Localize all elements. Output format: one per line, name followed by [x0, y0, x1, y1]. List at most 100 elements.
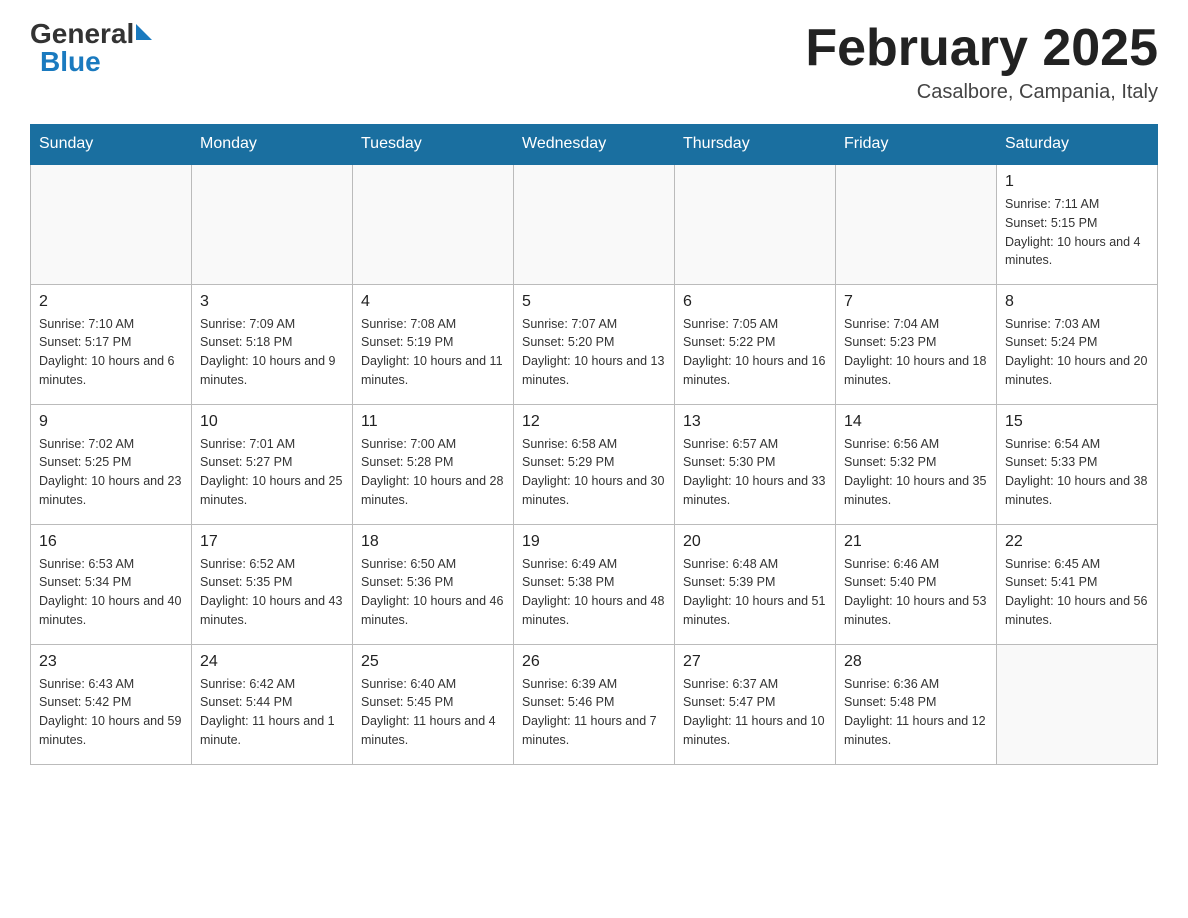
day-info: Sunrise: 7:03 AMSunset: 5:24 PMDaylight:… [1005, 315, 1149, 390]
calendar-cell [192, 164, 353, 284]
weekday-header: Sunday [31, 125, 192, 165]
day-number: 6 [683, 293, 827, 311]
day-number: 19 [522, 533, 666, 551]
day-number: 13 [683, 413, 827, 431]
day-number: 7 [844, 293, 988, 311]
day-info: Sunrise: 6:56 AMSunset: 5:32 PMDaylight:… [844, 435, 988, 510]
calendar-week-row: 2 Sunrise: 7:10 AMSunset: 5:17 PMDaylight… [31, 284, 1158, 404]
day-number: 4 [361, 293, 505, 311]
calendar-week-row: 16 Sunrise: 6:53 AMSunset: 5:34 PMDayligh… [31, 524, 1158, 644]
day-info: Sunrise: 7:09 AMSunset: 5:18 PMDaylight:… [200, 315, 344, 390]
calendar-cell: 3 Sunrise: 7:09 AMSunset: 5:18 PMDaylight… [192, 284, 353, 404]
day-number: 26 [522, 653, 666, 671]
calendar-cell: 6 Sunrise: 7:05 AMSunset: 5:22 PMDaylight… [675, 284, 836, 404]
day-number: 1 [1005, 173, 1149, 191]
calendar-cell: 21Sunrise: 6:46 AMSunset: 5:40 PMDayligh… [836, 524, 997, 644]
day-number: 2 [39, 293, 183, 311]
day-number: 23 [39, 653, 183, 671]
day-number: 25 [361, 653, 505, 671]
weekday-header: Wednesday [514, 125, 675, 165]
calendar-cell [514, 164, 675, 284]
day-number: 14 [844, 413, 988, 431]
day-number: 22 [1005, 533, 1149, 551]
logo-triangle-icon [136, 24, 152, 40]
day-info: Sunrise: 6:54 AMSunset: 5:33 PMDaylight:… [1005, 435, 1149, 510]
calendar-cell: 24 Sunrise: 6:42 AMSunset: 5:44 PMDayligh… [192, 644, 353, 764]
location-title: Casalbore, Campania, Italy [805, 81, 1158, 104]
calendar-cell: 1 Sunrise: 7:11 AMSunset: 5:15 PMDaylight… [997, 164, 1158, 284]
day-info: Sunrise: 6:57 AMSunset: 5:30 PMDaylight:… [683, 435, 827, 510]
day-info: Sunrise: 6:49 AMSunset: 5:38 PMDaylight:… [522, 555, 666, 630]
calendar-cell: 22Sunrise: 6:45 AMSunset: 5:41 PMDayligh… [997, 524, 1158, 644]
day-info: Sunrise: 7:00 AMSunset: 5:28 PMDaylight:… [361, 435, 505, 510]
day-info: Sunrise: 7:10 AMSunset: 5:17 PMDaylight:… [39, 315, 183, 390]
calendar-week-row: 9Sunrise: 7:02 AMSunset: 5:25 PMDaylight… [31, 404, 1158, 524]
calendar-cell [836, 164, 997, 284]
weekday-header: Monday [192, 125, 353, 165]
month-title: February 2025 [805, 20, 1158, 77]
day-number: 11 [361, 413, 505, 431]
day-number: 3 [200, 293, 344, 311]
day-info: Sunrise: 6:42 AMSunset: 5:44 PMDaylight:… [200, 675, 344, 750]
day-info: Sunrise: 6:52 AMSunset: 5:35 PMDaylight:… [200, 555, 344, 630]
day-info: Sunrise: 7:05 AMSunset: 5:22 PMDaylight:… [683, 315, 827, 390]
calendar-cell: 14 Sunrise: 6:56 AMSunset: 5:32 PMDayligh… [836, 404, 997, 524]
calendar-cell [31, 164, 192, 284]
day-info: Sunrise: 6:58 AMSunset: 5:29 PMDaylight:… [522, 435, 666, 510]
calendar-cell: 26Sunrise: 6:39 AMSunset: 5:46 PMDayligh… [514, 644, 675, 764]
logo-general-text: General [30, 20, 134, 48]
day-number: 20 [683, 533, 827, 551]
calendar-cell: 20 Sunrise: 6:48 AMSunset: 5:39 PMDayligh… [675, 524, 836, 644]
day-number: 28 [844, 653, 988, 671]
day-number: 24 [200, 653, 344, 671]
page-header: General Blue February 2025 Casalbore, Ca… [30, 20, 1158, 104]
calendar-cell: 9Sunrise: 7:02 AMSunset: 5:25 PMDaylight… [31, 404, 192, 524]
calendar-week-row: 23 Sunrise: 6:43 AMSunset: 5:42 PMDayligh… [31, 644, 1158, 764]
calendar-week-row: 1 Sunrise: 7:11 AMSunset: 5:15 PMDaylight… [31, 164, 1158, 284]
day-number: 16 [39, 533, 183, 551]
day-number: 17 [200, 533, 344, 551]
day-number: 8 [1005, 293, 1149, 311]
calendar-cell: 27 Sunrise: 6:37 AMSunset: 5:47 PMDayligh… [675, 644, 836, 764]
day-info: Sunrise: 6:53 AMSunset: 5:34 PMDaylight:… [39, 555, 183, 630]
day-info: Sunrise: 6:36 AMSunset: 5:48 PMDaylight:… [844, 675, 988, 750]
day-number: 15 [1005, 413, 1149, 431]
title-block: February 2025 Casalbore, Campania, Italy [805, 20, 1158, 104]
day-info: Sunrise: 6:43 AMSunset: 5:42 PMDaylight:… [39, 675, 183, 750]
calendar-cell [997, 644, 1158, 764]
logo: General Blue [30, 20, 152, 76]
calendar-header-row: SundayMondayTuesdayWednesdayThursdayFrid… [31, 125, 1158, 165]
weekday-header: Thursday [675, 125, 836, 165]
day-info: Sunrise: 6:50 AMSunset: 5:36 PMDaylight:… [361, 555, 505, 630]
calendar-cell: 15 Sunrise: 6:54 AMSunset: 5:33 PMDayligh… [997, 404, 1158, 524]
calendar-cell: 5 Sunrise: 7:07 AMSunset: 5:20 PMDaylight… [514, 284, 675, 404]
day-info: Sunrise: 7:02 AMSunset: 5:25 PMDaylight:… [39, 435, 183, 510]
calendar-cell: 12 Sunrise: 6:58 AMSunset: 5:29 PMDayligh… [514, 404, 675, 524]
logo-blue-text: Blue [40, 48, 101, 76]
day-info: Sunrise: 6:40 AMSunset: 5:45 PMDaylight:… [361, 675, 505, 750]
calendar-cell: 23 Sunrise: 6:43 AMSunset: 5:42 PMDayligh… [31, 644, 192, 764]
calendar-cell: 25 Sunrise: 6:40 AMSunset: 5:45 PMDayligh… [353, 644, 514, 764]
day-info: Sunrise: 7:08 AMSunset: 5:19 PMDaylight:… [361, 315, 505, 390]
calendar-cell: 19 Sunrise: 6:49 AMSunset: 5:38 PMDayligh… [514, 524, 675, 644]
day-info: Sunrise: 7:11 AMSunset: 5:15 PMDaylight:… [1005, 195, 1149, 270]
day-number: 27 [683, 653, 827, 671]
calendar-cell: 2 Sunrise: 7:10 AMSunset: 5:17 PMDaylight… [31, 284, 192, 404]
weekday-header: Tuesday [353, 125, 514, 165]
calendar-cell: 7 Sunrise: 7:04 AMSunset: 5:23 PMDaylight… [836, 284, 997, 404]
day-number: 5 [522, 293, 666, 311]
day-number: 10 [200, 413, 344, 431]
calendar-cell: 16 Sunrise: 6:53 AMSunset: 5:34 PMDayligh… [31, 524, 192, 644]
weekday-header: Saturday [997, 125, 1158, 165]
calendar-cell: 11 Sunrise: 7:00 AMSunset: 5:28 PMDayligh… [353, 404, 514, 524]
day-number: 18 [361, 533, 505, 551]
day-info: Sunrise: 7:01 AMSunset: 5:27 PMDaylight:… [200, 435, 344, 510]
day-info: Sunrise: 7:04 AMSunset: 5:23 PMDaylight:… [844, 315, 988, 390]
calendar-cell: 17 Sunrise: 6:52 AMSunset: 5:35 PMDayligh… [192, 524, 353, 644]
day-info: Sunrise: 6:37 AMSunset: 5:47 PMDaylight:… [683, 675, 827, 750]
calendar-cell [675, 164, 836, 284]
day-info: Sunrise: 6:48 AMSunset: 5:39 PMDaylight:… [683, 555, 827, 630]
day-number: 12 [522, 413, 666, 431]
calendar-table: SundayMondayTuesdayWednesdayThursdayFrid… [30, 124, 1158, 765]
day-info: Sunrise: 7:07 AMSunset: 5:20 PMDaylight:… [522, 315, 666, 390]
